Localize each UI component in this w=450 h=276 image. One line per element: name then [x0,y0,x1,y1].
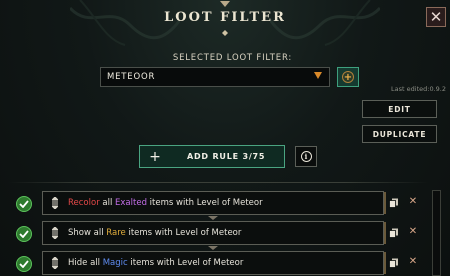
rule-text-segment: Hide all [68,258,103,268]
drag-handle-icon[interactable] [48,195,62,211]
window-title: LOOT FILTER [164,10,286,25]
rule-keyword-rarity: Magic [102,258,128,268]
row-connector [208,246,218,250]
rule-row: Recolor all Exalted items with Level of … [0,191,450,215]
add-rule-button[interactable]: + ADD RULE 3/75 [139,145,285,168]
copy-icon[interactable] [389,228,399,238]
rule-text-segment: Show all [68,228,107,238]
drag-handle-icon[interactable] [48,225,62,241]
rule-keyword-action: Recolor [68,198,100,208]
rule-text-segment: all [99,198,116,208]
chevron-down-icon [314,72,322,79]
rule-item[interactable]: Recolor all Exalted items with Level of … [42,191,386,215]
drag-handle-icon[interactable] [48,255,62,271]
info-button[interactable]: i [295,146,317,167]
rule-text-segment: items with Level of Meteor [127,258,244,268]
rule-item[interactable]: Hide all Magic items with Level of Meteo… [42,251,386,275]
filter-select-value: METEOOR [107,72,156,82]
selected-filter-label: SELECTED LOOT FILTER: [172,53,293,63]
copy-icon[interactable] [389,198,399,208]
check-icon [19,200,29,208]
delete-icon[interactable]: ✕ [408,227,418,237]
rule-item[interactable]: Show all Rare items with Level of Meteor [42,221,386,245]
filter-select[interactable]: METEOOR [100,67,330,87]
close-button[interactable]: ✕ [426,7,446,27]
rule-row: Hide all Magic items with Level of Meteo… [0,251,450,275]
row-connector [208,216,218,220]
plus-icon: + [149,148,161,165]
rule-enabled-toggle[interactable] [16,226,32,242]
rule-keyword-rarity: Rare [106,228,126,238]
close-icon: ✕ [429,7,443,26]
copy-icon[interactable] [389,258,399,268]
last-edited-text: Last edited:0.9.2 [391,85,446,93]
edit-button[interactable]: EDIT [362,100,437,118]
rule-text: Hide all Magic items with Level of Meteo… [68,258,243,268]
rule-enabled-toggle[interactable] [16,196,32,212]
delete-icon[interactable]: ✕ [408,257,418,267]
title-ornament [220,1,230,7]
plus-icon: + [342,71,354,83]
title-diamond-icon [222,30,228,36]
rule-text: Recolor all Exalted items with Level of … [68,198,263,208]
info-icon: i [300,151,312,162]
delete-icon[interactable]: ✕ [408,197,418,207]
rule-enabled-toggle[interactable] [16,256,32,272]
rule-text-segment: items with Level of Meteor [125,228,242,238]
rule-row: Show all Rare items with Level of Meteor… [0,221,450,245]
rule-text: Show all Rare items with Level of Meteor [68,228,241,238]
add-filter-button[interactable]: + [337,67,359,87]
vine-ornament-right [270,0,380,46]
vine-ornament-left [70,0,180,46]
divider [8,182,428,183]
loot-filter-window: LOOT FILTER ✕ SELECTED LOOT FILTER: METE… [0,0,450,276]
check-icon [19,260,29,268]
rule-keyword-rarity: Exalted [115,198,147,208]
duplicate-button[interactable]: DUPLICATE [362,125,437,143]
rule-text-segment: items with Level of Meteor [146,198,263,208]
add-rule-label: ADD RULE 3/75 [187,152,266,161]
check-icon [19,230,29,238]
